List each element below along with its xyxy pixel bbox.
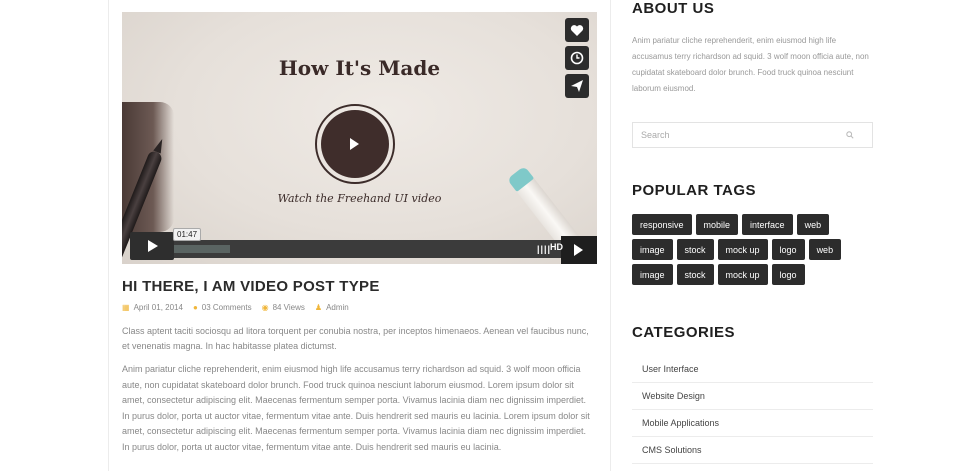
tag[interactable]: logo [771,264,805,285]
calendar-icon: ▦ [122,303,130,312]
search-input[interactable] [633,123,833,147]
category-item[interactable]: User Interface [632,356,873,383]
send-icon [571,80,583,92]
tag[interactable]: stock [676,264,714,285]
post-title[interactable]: HI THERE, I AM VIDEO POST TYPE [122,278,380,295]
like-button[interactable] [565,18,589,42]
category-item[interactable]: Mobile Applications [632,410,873,437]
tag[interactable]: web [796,214,830,235]
tag[interactable]: web [808,239,842,260]
post-meta: ▦ April 01, 2014 ● 03 Comments ◉ 84 View… [122,303,349,312]
tag[interactable]: stock [676,239,714,260]
tag-row: responsive mobile interface web [632,214,877,235]
post-views: 84 Views [272,303,305,312]
video-title: How It's Made [278,56,441,80]
search-box [632,122,873,148]
volume-bars-icon: |||| [536,244,552,254]
video-center-play-button[interactable] [315,104,395,184]
user-icon: ♟ [314,303,323,312]
comment-icon: ● [192,303,198,312]
video-subtitle: Watch the Freehand UI video [277,192,442,205]
category-item[interactable]: Website Design [632,383,873,410]
search-icon[interactable] [846,131,854,139]
tag[interactable]: image [632,264,673,285]
category-item[interactable]: CMS Solutions [632,437,873,464]
play-icon [321,110,389,178]
eye-icon: ◉ [261,303,269,312]
post-body: Anim pariatur cliche reprehenderit, enim… [122,364,590,452]
clock-icon [570,51,584,65]
tag[interactable]: mobile [695,214,739,235]
tag[interactable]: mock up [717,264,768,285]
post-author[interactable]: Admin [326,303,349,312]
heart-icon [570,24,584,36]
tag[interactable]: image [632,239,673,260]
post-comments[interactable]: 03 Comments [202,303,252,312]
tag-row: image stock mock up logo web [632,239,877,260]
vimeo-play-button[interactable] [561,236,597,264]
video-progress-bar[interactable] [174,240,524,258]
video-controls: 01:47 |||| [122,228,597,264]
popular-tags-title: POPULAR TAGS [632,182,757,199]
post-excerpt: Class aptent taciti sociosqu ad litora t… [122,326,589,351]
share-button[interactable] [565,74,589,98]
categories-title: CATEGORIES [632,324,736,341]
play-button[interactable] [130,232,174,260]
about-text: Anim pariatur cliche reprehenderit, enim… [632,36,869,93]
video-player[interactable]: How It's Made Watch the Freehand UI vide… [122,12,597,264]
tag[interactable]: responsive [632,214,692,235]
tag[interactable]: logo [771,239,805,260]
tag[interactable]: interface [742,214,793,235]
video-side-actions [565,18,589,98]
about-title: ABOUT US [632,0,715,17]
watch-later-button[interactable] [565,46,589,70]
hd-badge[interactable]: HD [550,242,563,252]
video-progress-fill [174,245,230,253]
tag-row: image stock mock up logo [632,264,877,285]
tag-cloud: responsive mobile interface web image st… [632,214,877,289]
tag[interactable]: mock up [717,239,768,260]
video-time-tooltip: 01:47 [173,228,202,241]
post-date: April 01, 2014 [133,303,183,312]
category-list: User Interface Website Design Mobile App… [632,356,873,464]
